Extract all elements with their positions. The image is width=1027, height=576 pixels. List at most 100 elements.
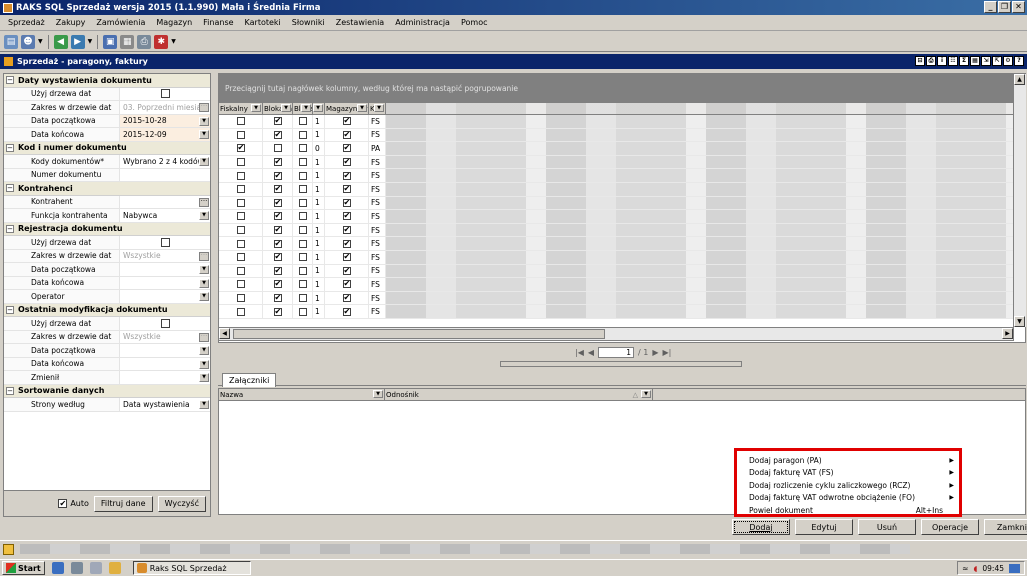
filter-checkbox[interactable] (161, 89, 170, 99)
splitter-handle[interactable] (500, 361, 742, 367)
grid-checkbox[interactable] (236, 171, 245, 180)
calc-icon[interactable]: ▦ (120, 34, 135, 49)
grid-checkbox[interactable]: ✔ (273, 307, 282, 316)
grid-checkbox[interactable]: ✔ (342, 212, 351, 221)
scroll-left-icon[interactable]: ◀ (219, 328, 230, 339)
next-page-icon[interactable]: ▶ (652, 348, 658, 357)
table-row[interactable]: ✔ 1 ✔ FS (219, 305, 1025, 319)
filter-value[interactable]: ▼ (120, 358, 210, 371)
chevron-down-icon[interactable]: ▼ (199, 265, 209, 274)
menu-item-1[interactable]: Zakupy (56, 18, 86, 27)
filter-value[interactable]: 2015-10-28 ▼ (120, 114, 210, 127)
table-row[interactable]: ✔ 0 ✔ PA (219, 142, 1025, 156)
grid-checkbox[interactable] (298, 212, 307, 221)
column-header[interactable]: Fiskalny ▼ (219, 103, 263, 114)
taskbar-app-button[interactable]: Raks SQL Sprzedaż (132, 561, 251, 575)
table-row[interactable]: ✔ 1 ✔ FS (219, 210, 1025, 224)
panel-button-2[interactable]: i (937, 56, 947, 66)
ellipsis-icon[interactable]: ··· (199, 332, 209, 342)
grid-checkbox[interactable] (298, 294, 307, 303)
grid-checkbox[interactable] (236, 307, 245, 316)
grid-checkbox[interactable] (298, 185, 307, 194)
grid-checkbox[interactable]: ✔ (273, 294, 282, 303)
filter-value[interactable]: Wszystkie ··· (120, 331, 210, 344)
grid-checkbox[interactable] (298, 266, 307, 275)
table-row[interactable]: ✔ 1 ✔ FS (219, 250, 1025, 265)
grid-checkbox[interactable] (236, 280, 245, 289)
grid-checkbox[interactable]: ✔ (342, 158, 351, 167)
back-icon[interactable]: ◀ (53, 34, 68, 49)
start-button[interactable]: Start (2, 561, 45, 575)
filter-value[interactable]: Nabywca ▼ (120, 209, 210, 222)
grid-checkbox[interactable] (236, 226, 245, 235)
minimize-button[interactable]: _ (984, 1, 997, 13)
grid-checkbox[interactable]: ✔ (342, 185, 351, 194)
tab-attachments[interactable]: Załączniki (222, 373, 277, 387)
panel-button-9[interactable]: ? (1014, 56, 1024, 66)
page-input[interactable]: 1 (598, 347, 635, 358)
tools-icon[interactable]: ✱ (154, 34, 169, 49)
grid-checkbox[interactable]: ✔ (342, 239, 351, 248)
grid-checkbox[interactable]: ✔ (273, 117, 282, 126)
chevron-down-icon[interactable]: ▼ (199, 359, 209, 369)
chevron-down-icon[interactable]: ▼ (199, 346, 209, 355)
context-menu-item[interactable]: Dodaj fakturę VAT (FS) ▶ (737, 467, 959, 480)
chevron-down-icon[interactable]: ▼ (373, 390, 383, 398)
scroll-thumb[interactable] (233, 329, 605, 339)
menu-item-4[interactable]: Finanse (203, 18, 233, 27)
column-header[interactable]: Bloka▼ (293, 103, 313, 114)
filter-value[interactable] (120, 317, 210, 330)
chevron-up-icon[interactable]: ≈ (962, 564, 968, 573)
network-icon[interactable] (89, 562, 102, 574)
desktop-icon[interactable] (70, 562, 83, 574)
panel-button-4[interactable]: Σ (959, 56, 969, 66)
grid-checkbox[interactable] (298, 130, 307, 139)
grid-checkbox[interactable]: ✔ (342, 307, 351, 316)
filter-value[interactable]: 2015-12-09 ▼ (120, 128, 210, 141)
grid-checkbox[interactable]: ✔ (273, 212, 282, 221)
table-row[interactable]: ✔ 1 ✔ FS (219, 128, 1025, 143)
grid-checkbox[interactable]: ✔ (273, 253, 282, 262)
chevron-down-icon[interactable]: ▼ (281, 104, 291, 112)
panel-button-3[interactable]: ☷ (948, 56, 958, 66)
menu-item-3[interactable]: Magazyn (156, 18, 192, 27)
table-row[interactable]: ✔ 1 ✔ FS (219, 115, 1025, 129)
ellipsis-icon[interactable]: ··· (199, 251, 209, 261)
collapse-icon[interactable]: − (6, 224, 14, 233)
grid-checkbox[interactable] (236, 212, 245, 221)
column-link[interactable]: Odnośnik △ ▼ (385, 389, 653, 400)
menu-item-6[interactable]: Słowniki (292, 18, 325, 27)
column-name[interactable]: Nazwa ▼ (219, 389, 385, 400)
grid-checkbox[interactable]: ✔ (273, 239, 282, 248)
filter-value[interactable]: ▼ (120, 277, 210, 290)
filter-value[interactable] (120, 169, 210, 182)
grid-checkbox[interactable] (298, 239, 307, 248)
panel-button-5[interactable]: ▦ (970, 56, 980, 66)
table-row[interactable]: ✔ 1 ✔ FS (219, 278, 1025, 292)
filter-section-header[interactable]: − Ostatnia modyfikacja dokumentu (4, 303, 210, 317)
grid-checkbox[interactable]: ✔ (342, 253, 351, 262)
ellipsis-icon[interactable]: ··· (199, 103, 209, 112)
grid-checkbox[interactable] (273, 144, 282, 153)
action-button-zamknij[interactable]: Zamknij (984, 519, 1027, 535)
collapse-icon[interactable]: − (6, 305, 14, 314)
chevron-down-icon[interactable]: ▼ (199, 278, 209, 288)
grid-checkbox[interactable]: ✔ (273, 158, 282, 167)
grid-checkbox[interactable] (298, 158, 307, 167)
table-row[interactable]: ✔ 1 ✔ FS (219, 223, 1025, 238)
grid-checkbox[interactable]: ✔ (342, 171, 351, 180)
table-row[interactable]: ✔ 1 ✔ FS (219, 264, 1025, 279)
action-button-operacje[interactable]: Operacje (921, 519, 979, 535)
chevron-down-icon[interactable]: ▼ (199, 157, 209, 166)
grid-checkbox[interactable] (236, 130, 245, 139)
chevron-down-icon[interactable]: ▼ (374, 104, 384, 112)
filter-value[interactable]: ▼ (120, 344, 210, 357)
grid-checkbox[interactable] (236, 294, 245, 303)
chevron-down-icon[interactable]: ▼ (251, 104, 261, 112)
print-icon[interactable]: ⎙ (137, 34, 152, 49)
auto-checkbox[interactable]: ✔ (58, 499, 68, 508)
context-menu-item[interactable]: Dodaj rozliczenie cyklu zaliczkowego (RC… (737, 479, 959, 492)
grid-checkbox[interactable] (298, 171, 307, 180)
grid-checkbox[interactable] (298, 280, 307, 289)
grid-checkbox[interactable] (236, 185, 245, 194)
